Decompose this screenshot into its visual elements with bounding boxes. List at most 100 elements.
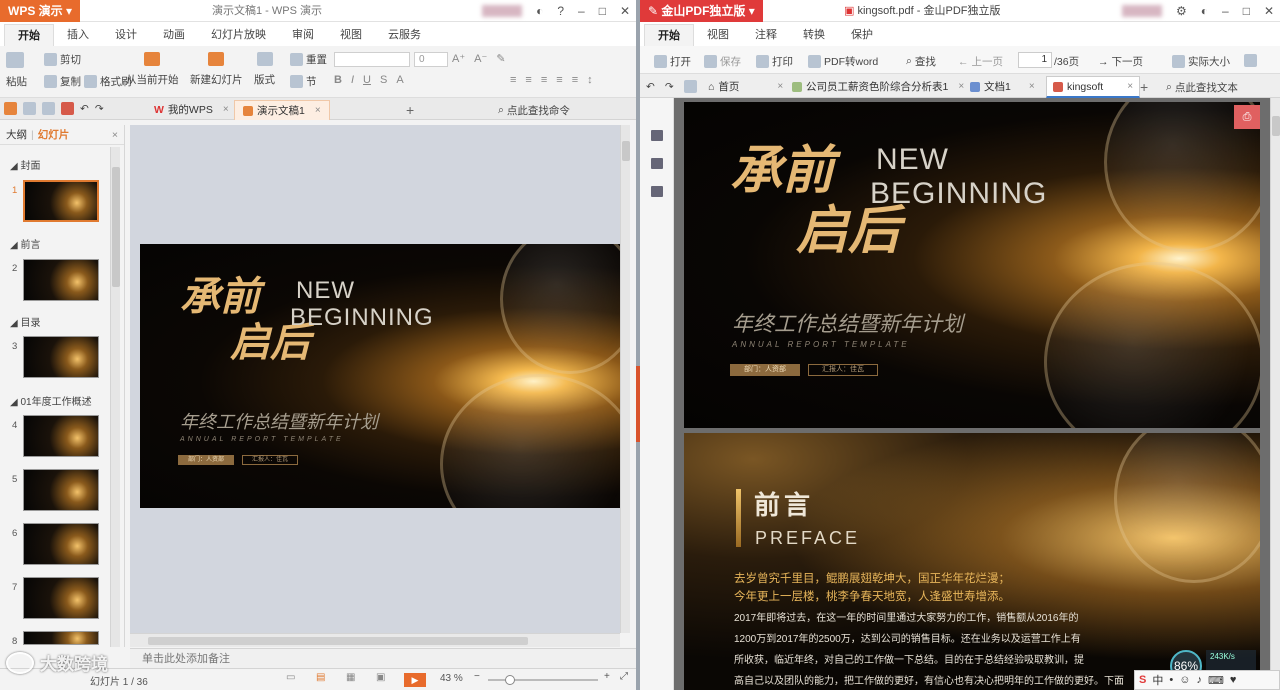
tab-view[interactable]: 视图 — [694, 24, 742, 46]
save-button[interactable]: 保存 — [704, 54, 741, 69]
font-size-select[interactable]: 0 — [414, 52, 448, 67]
zoom-slider-knob[interactable] — [505, 675, 515, 685]
zoom-in-icon[interactable]: + — [604, 671, 610, 682]
thumbnails-icon[interactable] — [651, 186, 663, 197]
command-search[interactable]: ⌕ 点此查找命令 — [498, 103, 570, 118]
keyboard-icon[interactable]: ⌨ — [1208, 674, 1224, 687]
tab-protect[interactable]: 保护 — [838, 24, 886, 46]
tab-review[interactable]: 审阅 — [279, 24, 327, 46]
copy-button[interactable]: 复制 — [44, 74, 81, 89]
close-tab-icon[interactable]: × — [1127, 76, 1133, 98]
notes-area[interactable]: 单击此处添加备注 — [130, 648, 636, 668]
tab-my-wps[interactable]: W 我的WPS × — [146, 100, 237, 120]
line-spacing-icon[interactable]: ↕ — [587, 74, 593, 86]
pdf-scrollbar[interactable] — [1270, 98, 1280, 690]
save-icon[interactable] — [23, 102, 36, 115]
format-painter-button[interactable]: 格式刷 — [84, 74, 132, 89]
open-button[interactable]: 打开 — [654, 54, 691, 69]
close-tab-icon[interactable]: × — [223, 100, 229, 120]
reading-view-icon[interactable]: ▣ — [376, 672, 385, 683]
tab-animation[interactable]: 动画 — [150, 24, 198, 46]
user-avatar[interactable] — [482, 5, 523, 17]
tab-convert[interactable]: 转换 — [790, 24, 838, 46]
pdf-to-word-button[interactable]: PDF转word — [808, 54, 878, 69]
from-current-button[interactable]: 从当前开始 — [126, 52, 179, 87]
align-left-icon[interactable]: ≡ — [510, 74, 516, 86]
slide-thumbnail[interactable] — [23, 577, 99, 619]
tab-document1[interactable]: 文档1 × — [964, 76, 1041, 98]
notes-toggle-icon[interactable]: ▭ — [286, 672, 295, 683]
redo-icon[interactable]: ↷ — [95, 103, 104, 115]
tab-kingsoft[interactable]: kingsoft × — [1046, 76, 1141, 98]
tab-slideshow[interactable]: 幻灯片放映 — [198, 24, 279, 46]
reset-button[interactable]: 重置 — [290, 52, 327, 67]
section-preface[interactable]: ◢ 前言 — [10, 236, 40, 251]
slide-thumbnail[interactable] — [23, 631, 99, 645]
new-slide-button[interactable]: 新建幻灯片 — [190, 52, 243, 87]
tab-slides[interactable]: 幻灯片 — [38, 127, 70, 142]
skin-icon[interactable]: ◐ — [536, 4, 543, 18]
export-pdf-icon[interactable] — [61, 102, 74, 115]
page-number-input[interactable]: 1 — [1018, 52, 1052, 68]
underline-icon[interactable]: U — [363, 74, 371, 86]
close-icon[interactable]: ✕ — [620, 4, 630, 18]
help-icon[interactable]: ? — [557, 4, 564, 18]
cut-button[interactable]: 剪切 — [44, 52, 81, 67]
slide-thumbnail[interactable] — [23, 259, 99, 301]
scrollbar-thumb[interactable] — [1272, 116, 1280, 136]
italic-icon[interactable]: I — [351, 74, 354, 86]
section-cover[interactable]: ◢ 封面 — [10, 157, 40, 172]
new-tab-button[interactable]: + — [1134, 76, 1154, 98]
tab-outline[interactable]: 大纲 — [6, 127, 27, 142]
skin-icon[interactable]: ◐ — [1201, 4, 1208, 18]
align-right-icon[interactable]: ≡ — [541, 74, 547, 86]
normal-view-icon[interactable]: ▤ — [316, 672, 325, 683]
emoji-icon[interactable]: ☺ — [1179, 674, 1190, 686]
tab-salary-analysis[interactable]: 公司员工薪资色阶综合分析表1 × — [786, 76, 970, 98]
slide-thumbnail[interactable] — [23, 415, 99, 457]
slide-thumbnail[interactable] — [23, 336, 99, 378]
find-button[interactable]: ⌕ 查找 — [906, 54, 936, 69]
outline-icon[interactable] — [651, 130, 663, 141]
grow-font-icon[interactable]: A⁺ — [452, 52, 465, 65]
scrollbar-thumb[interactable] — [148, 637, 528, 645]
undo-icon[interactable]: ↶ — [646, 81, 655, 93]
section-contents[interactable]: ◢ 目录 — [10, 314, 40, 329]
actual-size-button[interactable]: 实际大小 — [1172, 54, 1230, 69]
close-icon[interactable]: ✕ — [1264, 4, 1274, 18]
close-tab-icon[interactable]: × — [1029, 76, 1035, 98]
scrollbar-thumb[interactable] — [622, 141, 630, 161]
zoom-slider[interactable] — [488, 675, 598, 685]
section-overview[interactable]: ◢ 01年度工作概述 — [10, 393, 92, 408]
shadow-icon[interactable]: S — [380, 74, 387, 86]
tab-annotate[interactable]: 注释 — [742, 24, 790, 46]
maximize-icon[interactable]: □ — [1243, 4, 1250, 18]
prev-page-button[interactable]: ← 上一页 — [958, 54, 1003, 69]
share-button[interactable]: ⎙ — [1234, 105, 1260, 129]
clear-format-icon[interactable]: ✎ — [496, 52, 505, 65]
new-tab-button[interactable]: + — [398, 100, 422, 120]
tab-insert[interactable]: 插入 — [54, 24, 102, 46]
open-icon[interactable] — [4, 102, 17, 115]
minimize-icon[interactable]: – — [1222, 4, 1229, 18]
font-family-select[interactable] — [334, 52, 410, 67]
align-center-icon[interactable]: ≡ — [525, 74, 531, 86]
tab-start[interactable]: 开始 — [644, 24, 694, 46]
minimize-icon[interactable]: – — [578, 4, 585, 18]
tab-design[interactable]: 设计 — [102, 24, 150, 46]
slide-thumbnail[interactable] — [23, 469, 99, 511]
scrollbar-thumb[interactable] — [112, 167, 120, 287]
bold-icon[interactable]: B — [334, 74, 342, 86]
microphone-icon[interactable]: ♪ — [1196, 674, 1202, 686]
ime-mode[interactable]: 中 — [1152, 672, 1163, 688]
gear-icon[interactable]: ⚙ — [1176, 4, 1187, 18]
close-panel-icon[interactable]: × — [112, 129, 118, 141]
shrink-font-icon[interactable]: A⁻ — [474, 52, 487, 65]
tab-home[interactable]: 开始 — [4, 24, 54, 46]
section-button[interactable]: 节 — [290, 74, 317, 89]
strikethrough-icon[interactable]: A — [396, 74, 403, 86]
paste-button[interactable]: 粘贴 — [6, 52, 27, 89]
slide-sorter-icon[interactable]: ▦ — [346, 672, 355, 683]
tab-cloud[interactable]: 云服务 — [375, 24, 434, 46]
print-button[interactable]: 打印 — [756, 54, 793, 69]
